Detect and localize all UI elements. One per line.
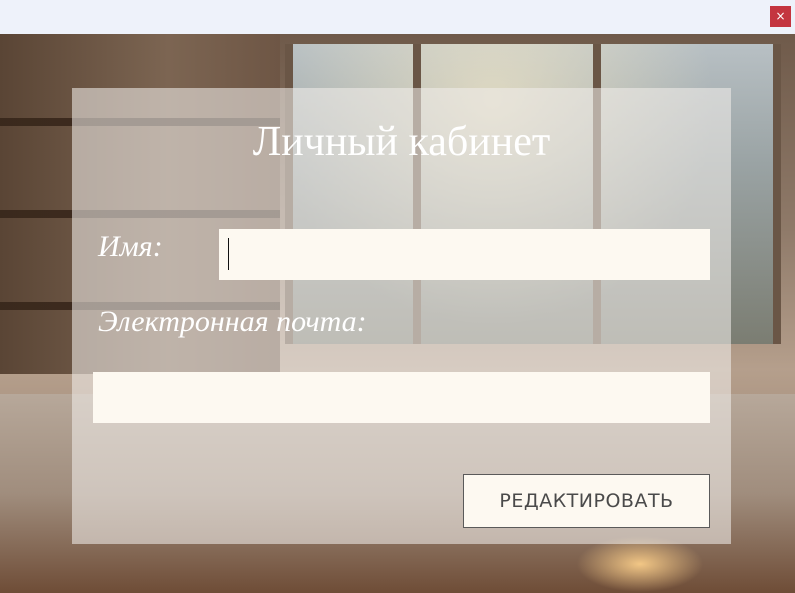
close-button[interactable]: × [770,6,791,27]
edit-button[interactable]: РЕДАКТИРОВАТЬ [463,474,710,528]
text-caret [228,238,229,270]
profile-panel: Личный кабинет Имя: Электронная почта: Р… [72,88,731,544]
name-label: Имя: [98,230,163,263]
name-field[interactable] [219,229,710,280]
window-title-bar: × [0,0,795,34]
email-field[interactable] [93,372,710,423]
email-label: Электронная почта: [98,305,367,338]
page-title: Личный кабинет [252,119,551,165]
